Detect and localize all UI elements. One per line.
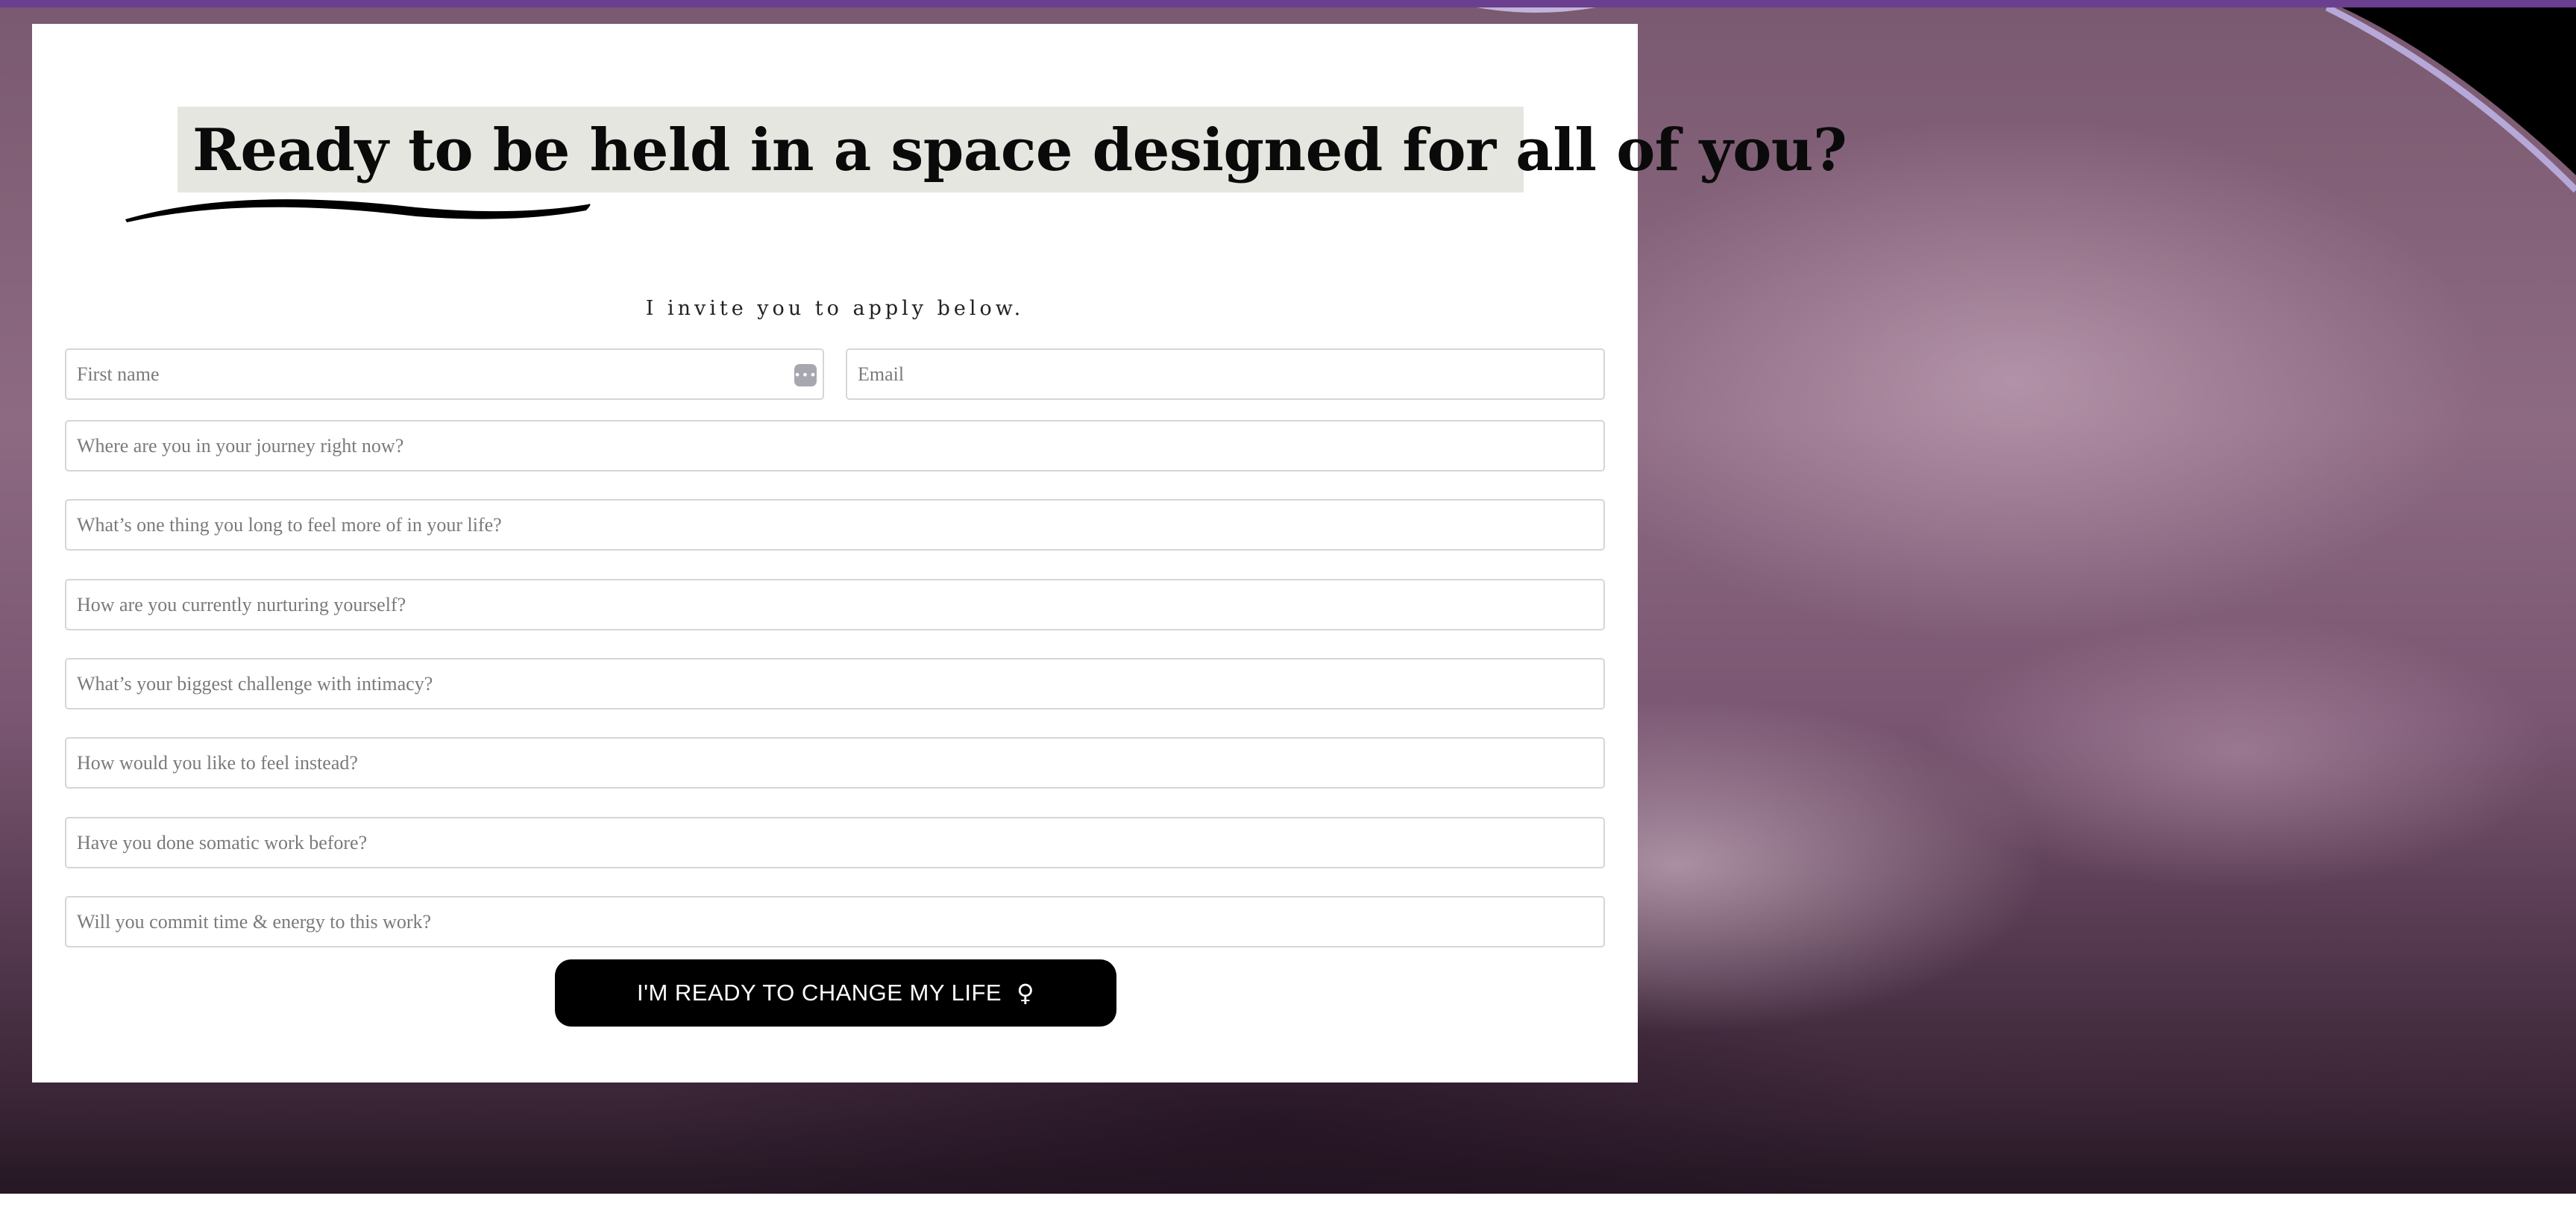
- submit-button-label: I'M READY TO CHANGE MY LIFE: [636, 980, 1002, 1006]
- desired-feeling-field[interactable]: [65, 737, 1605, 789]
- intimacy-challenge-field[interactable]: [65, 658, 1605, 709]
- commitment-question-field[interactable]: [65, 896, 1605, 947]
- somatic-experience-field[interactable]: [65, 817, 1605, 868]
- underline-swoosh: [125, 199, 591, 222]
- page-bottom-area: [0, 1194, 2576, 1225]
- first-name-field[interactable]: [65, 348, 824, 400]
- female-symbol-icon: ♀: [1017, 979, 1035, 1007]
- invite-subheading: I invite you to apply below.: [645, 297, 1025, 320]
- journey-question-field[interactable]: [65, 420, 1605, 471]
- application-form-card: Ready to be held in a space designed for…: [32, 24, 1847, 1083]
- longing-question-field[interactable]: [65, 499, 1605, 551]
- top-accent-bar: [0, 0, 2576, 7]
- nurturing-question-field[interactable]: [65, 579, 1605, 630]
- password-manager-icon[interactable]: •••: [794, 364, 817, 386]
- page-title: Ready to be held in a space designed for…: [192, 116, 1847, 184]
- email-field[interactable]: [846, 348, 1605, 400]
- submit-application-button[interactable]: I'M READY TO CHANGE MY LIFE ♀: [555, 959, 1116, 1027]
